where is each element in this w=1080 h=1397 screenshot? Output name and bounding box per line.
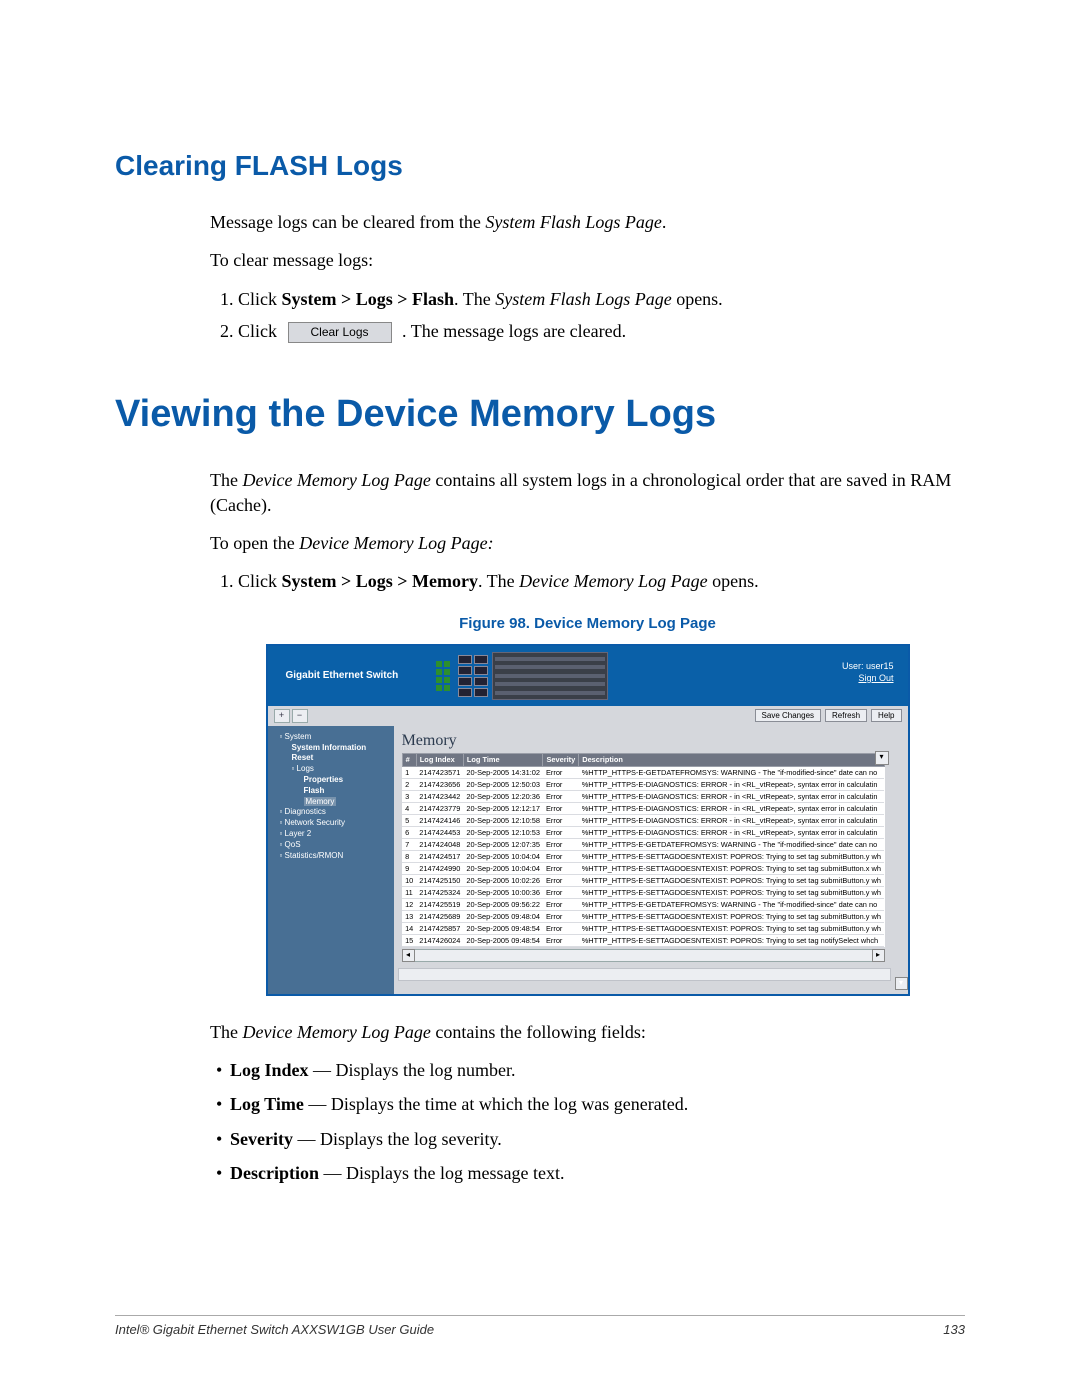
col-num[interactable]: # xyxy=(402,754,416,767)
tree-node[interactable]: ▫ Logs xyxy=(292,764,390,775)
refresh-button[interactable]: Refresh xyxy=(825,709,867,722)
scroll-right-icon[interactable]: ▸ xyxy=(872,949,885,962)
paragraph: Message logs can be cleared from the Sys… xyxy=(210,210,965,234)
table-row[interactable]: 11214742532420-Sep-2005 10:00:36Error%HT… xyxy=(402,887,884,899)
dropdown-icon[interactable]: ▾ xyxy=(875,751,889,765)
main-panel: Memory ▾ # Log Index Log Time Severity D… xyxy=(394,726,895,994)
tree-node[interactable]: System Information xyxy=(292,743,390,754)
tree-node[interactable]: ▫ Statistics/RMON xyxy=(280,851,390,862)
hscroll-inner[interactable]: ◂ ▸ xyxy=(402,949,885,962)
tree-collapse-icon[interactable]: − xyxy=(292,709,308,723)
table-row[interactable]: 7214742404820-Sep-2005 12:07:35Error%HTT… xyxy=(402,839,884,851)
tree-node[interactable]: ▫ QoS xyxy=(280,840,390,851)
col-description[interactable]: Description xyxy=(579,754,884,767)
step-1-open: Click System > Logs > Memory. The Device… xyxy=(238,569,965,593)
toolbar: + − Save Changes Refresh Help xyxy=(268,706,908,726)
table-row[interactable]: 14214742585720-Sep-2005 09:48:54Error%HT… xyxy=(402,923,884,935)
device-graphic xyxy=(436,653,716,699)
step-2: Click Clear Logs . The message logs are … xyxy=(238,319,965,343)
nav-tree[interactable]: ▫ SystemSystem InformationReset▫ LogsPro… xyxy=(268,726,394,994)
footer-title: Intel® Gigabit Ethernet Switch AXXSW1GB … xyxy=(115,1322,434,1337)
table-row[interactable]: 9214742499020-Sep-2005 10:04:04Error%HTT… xyxy=(402,863,884,875)
step-1: Click System > Logs > Flash. The System … xyxy=(238,287,965,311)
table-row[interactable]: 4214742377920-Sep-2005 12:12:17Error%HTT… xyxy=(402,803,884,815)
col-log-index[interactable]: Log Index xyxy=(416,754,463,767)
app-header: Gigabit Ethernet Switch User: user15 Sig… xyxy=(268,646,908,706)
table-row[interactable]: 12214742551920-Sep-2005 09:56:22Error%HT… xyxy=(402,899,884,911)
user-area: User: user15 Sign Out xyxy=(842,660,894,684)
tree-node[interactable]: Flash xyxy=(304,786,390,797)
tree-node[interactable]: Reset xyxy=(292,753,390,764)
tree-node[interactable]: Properties xyxy=(304,775,390,786)
table-row[interactable]: 6214742445320-Sep-2005 12:10:53Error%HTT… xyxy=(402,827,884,839)
table-row[interactable]: 15214742602420-Sep-2005 09:48:54Error%HT… xyxy=(402,935,884,947)
field-item: Log Index — Displays the log number. xyxy=(230,1058,965,1082)
field-item: Severity — Displays the log severity. xyxy=(230,1127,965,1151)
heading-viewing-memory-logs: Viewing the Device Memory Logs xyxy=(115,393,965,436)
col-severity[interactable]: Severity xyxy=(543,754,579,767)
paragraph: To clear message logs: xyxy=(210,248,965,272)
figure-caption: Figure 98. Device Memory Log Page xyxy=(210,614,965,634)
save-changes-button[interactable]: Save Changes xyxy=(755,709,821,722)
user-label: User: user15 xyxy=(842,660,894,672)
table-row[interactable]: 13214742568920-Sep-2005 09:48:04Error%HT… xyxy=(402,911,884,923)
page-number: 133 xyxy=(943,1322,965,1337)
field-item: Description — Displays the log message t… xyxy=(230,1161,965,1185)
table-row[interactable]: 2214742365620-Sep-2005 12:50:03Error%HTT… xyxy=(402,779,884,791)
tree-node[interactable]: ▫ Layer 2 xyxy=(280,829,390,840)
clear-logs-button[interactable]: Clear Logs xyxy=(288,322,392,343)
tree-node[interactable]: Memory xyxy=(304,797,390,808)
paragraph: The Device Memory Log Page contains all … xyxy=(210,468,965,517)
hscroll-outer[interactable] xyxy=(398,968,891,981)
table-row[interactable]: 5214742414620-Sep-2005 12:10:58Error%HTT… xyxy=(402,815,884,827)
tree-node[interactable]: ▫ Network Security xyxy=(280,818,390,829)
sign-out-link[interactable]: Sign Out xyxy=(842,672,894,684)
page-footer: Intel® Gigabit Ethernet Switch AXXSW1GB … xyxy=(115,1315,965,1337)
panel-title: Memory xyxy=(402,730,895,752)
table-row[interactable]: 1214742357120-Sep-2005 14:31:02Error%HTT… xyxy=(402,767,884,779)
field-item: Log Time — Displays the time at which th… xyxy=(230,1092,965,1116)
col-log-time[interactable]: Log Time xyxy=(463,754,543,767)
section-heading-clearing: Clearing FLASH Logs xyxy=(115,150,965,182)
table-row[interactable]: 8214742451720-Sep-2005 10:04:04Error%HTT… xyxy=(402,851,884,863)
brand-label: Gigabit Ethernet Switch xyxy=(286,669,436,683)
scroll-down-icon[interactable]: ▾ xyxy=(895,977,908,990)
help-button[interactable]: Help xyxy=(871,709,901,722)
vscroll[interactable]: ▾ xyxy=(895,726,908,994)
tree-expand-icon[interactable]: + xyxy=(274,709,290,723)
tree-node[interactable]: ▫ System xyxy=(280,732,390,743)
paragraph: To open the Device Memory Log Page: xyxy=(210,531,965,555)
table-row[interactable]: 10214742515020-Sep-2005 10:02:26Error%HT… xyxy=(402,875,884,887)
device-memory-log-screenshot: Gigabit Ethernet Switch User: user15 Sig… xyxy=(266,644,910,996)
scroll-left-icon[interactable]: ◂ xyxy=(402,949,415,962)
log-table: # Log Index Log Time Severity Descriptio… xyxy=(402,753,885,947)
tree-node[interactable]: ▫ Diagnostics xyxy=(280,807,390,818)
paragraph: The Device Memory Log Page contains the … xyxy=(210,1020,965,1044)
table-row[interactable]: 3214742344220-Sep-2005 12:20:36Error%HTT… xyxy=(402,791,884,803)
